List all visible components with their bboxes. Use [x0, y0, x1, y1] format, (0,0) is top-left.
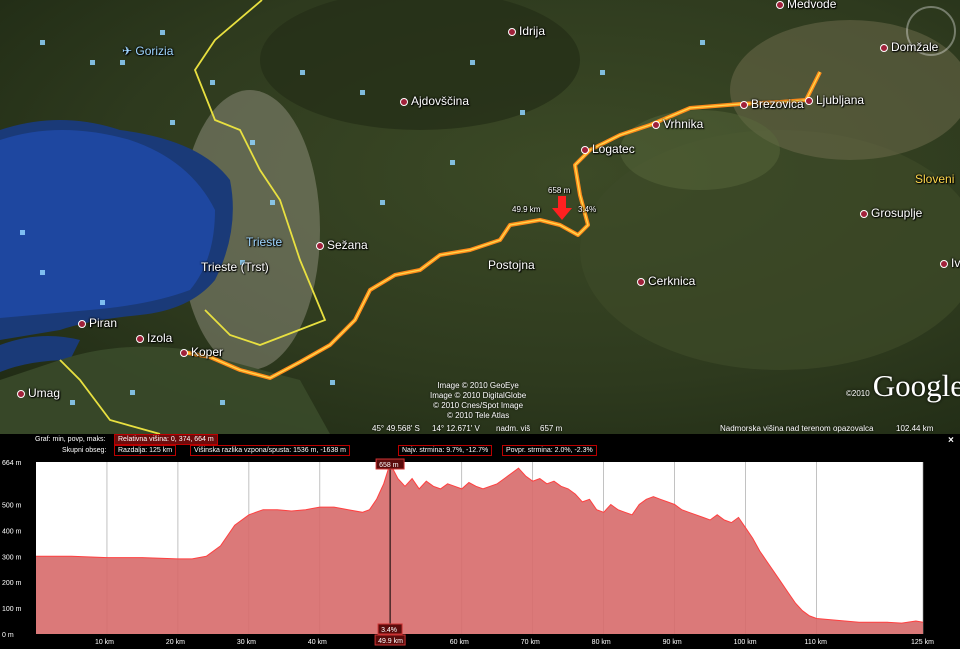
elevation-profile-panel: 0 m 100 m 200 m 300 m 400 m 500 m 664 m 10 km 20…	[0, 434, 960, 649]
route-marker-distance: 49.9 km	[512, 205, 541, 214]
place-izola[interactable]: Izola	[136, 331, 172, 345]
imagery-credits: Image © 2010 GeoEye Image © 2010 Digital…	[430, 381, 527, 420]
place-umag[interactable]: Umag	[17, 386, 60, 400]
y-tick-label: 200 m	[2, 580, 22, 587]
place-ajdovscina[interactable]: Ajdovščina	[400, 94, 469, 108]
status-altitude: 657 m	[540, 424, 563, 433]
place-vrhnika[interactable]: Vrhnika	[652, 117, 703, 131]
place-cerknica[interactable]: Cerknica	[637, 274, 695, 288]
place-brezovica[interactable]: Brezovica	[740, 97, 804, 111]
x-tick-label: 90 km	[663, 639, 682, 646]
marker-elevation-label: 658 m	[379, 462, 399, 469]
place-slovenia[interactable]: Sloveni	[915, 172, 954, 186]
elevation-diff-box: Višinska razlika vzpona/spusta: 1536 m, …	[190, 445, 351, 456]
x-tick-label: 20 km	[166, 639, 185, 646]
marker-slope-label: 3.4%	[381, 627, 397, 634]
x-tick-label: 70 km	[521, 639, 540, 646]
x-tick-label: 10 km	[95, 639, 114, 646]
satellite-imagery	[0, 0, 960, 434]
place-medvode[interactable]: Medvode	[776, 0, 836, 11]
x-tick-label: 100 km	[734, 639, 757, 646]
map-view[interactable]: Medvode ✈ Gorizia Idrija Domžale Ajdovšč…	[0, 0, 960, 434]
y-tick-label: 100 m	[2, 606, 22, 613]
google-logo: ©2010Google	[846, 368, 960, 403]
status-eye-label: Nadmorska višina nad terenom opazovalca	[720, 424, 874, 433]
place-koper[interactable]: Koper	[180, 345, 223, 359]
y-tick-label: 0 m	[2, 632, 14, 639]
elevation-chart[interactable]: 0 m 100 m 200 m 300 m 400 m 500 m 664 m 10 km 20…	[0, 434, 960, 649]
x-tick-label: 110 km	[805, 639, 828, 646]
place-logatec[interactable]: Logatec	[581, 142, 635, 156]
total-label: Skupni obseg:	[62, 447, 107, 454]
status-eye-altitude: 102.44 km	[896, 424, 934, 433]
x-tick-label: 60 km	[450, 639, 469, 646]
status-latitude: 45° 49.568' S	[372, 424, 420, 433]
place-ljubljana[interactable]: Ljubljana	[805, 93, 864, 107]
y-tick-label: 664 m	[2, 460, 22, 467]
graph-label: Graf: min, povp, maks:	[35, 436, 106, 443]
place-iv[interactable]: Iv	[940, 256, 960, 270]
airport-icon: ✈	[122, 44, 136, 58]
place-domzale[interactable]: Domžale	[880, 40, 938, 54]
place-idrija[interactable]: Idrija	[508, 24, 545, 38]
x-tick-label: 125 km	[911, 639, 934, 646]
status-longitude: 14° 12.671' V	[432, 424, 480, 433]
place-trieste-it[interactable]: Trieste	[246, 235, 282, 249]
relative-height-box[interactable]: Relativna višina: 0, 374, 664 m	[114, 434, 218, 445]
y-tick-label: 300 m	[2, 554, 22, 561]
status-altitude-label: nadm. viš	[496, 424, 531, 433]
place-trieste[interactable]: Trieste (Trst)	[201, 260, 269, 274]
x-tick-label: 80 km	[592, 639, 611, 646]
max-slope-box: Najv. strmina: 9.7%, -12.7%	[398, 445, 493, 456]
y-tick-label: 500 m	[2, 502, 22, 509]
place-gorizia[interactable]: ✈ Gorizia	[122, 44, 173, 58]
close-icon[interactable]: ×	[948, 435, 954, 446]
x-tick-label: 40 km	[308, 639, 327, 646]
x-tick-label: 30 km	[237, 639, 256, 646]
distance-box: Razdalja: 125 km	[114, 445, 177, 456]
avg-slope-box: Povpr. strmina: 2.0%, -2.3%	[502, 445, 597, 456]
route-marker-slope: 3.4%	[578, 205, 597, 214]
place-grosuplje[interactable]: Grosuplje	[860, 206, 922, 220]
route-marker-elevation: 658 m	[548, 186, 571, 195]
y-tick-label: 400 m	[2, 528, 22, 535]
place-postojna[interactable]: Postojna	[488, 258, 535, 272]
place-piran[interactable]: Piran	[78, 316, 117, 330]
place-sezana[interactable]: Sežana	[316, 238, 368, 252]
marker-distance-label: 49.9 km	[378, 638, 403, 645]
